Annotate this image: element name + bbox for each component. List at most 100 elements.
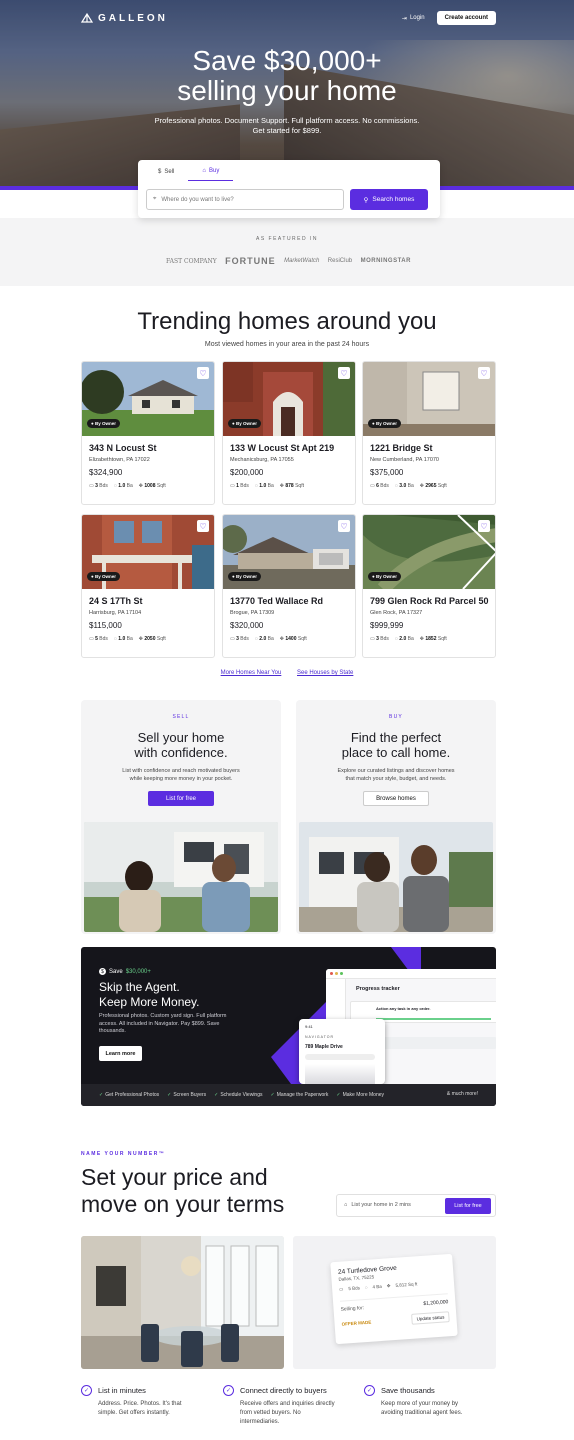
browse-homes-button[interactable]: Browse homes — [363, 791, 429, 806]
listing-address: 13770 Ted Wallace Rd — [230, 596, 324, 606]
press-logo: MarketWatch — [284, 258, 320, 264]
trending-title: Trending homes around you — [137, 308, 437, 335]
buy-description: Explore our curated listings and discove… — [337, 768, 455, 782]
sell-title: Sell your home with confidence. — [134, 730, 228, 760]
house-icon: ⌂ — [344, 1202, 348, 1208]
listing-city: Glen Rock, PA 17327 — [370, 610, 423, 616]
learn-more-button[interactable]: Learn more — [99, 1046, 142, 1061]
press-logo: FORTUNE — [225, 256, 276, 266]
listing-card[interactable]: ♡ ● By Owner 24 S 17Th St Harrisburg, PA 17… — [81, 514, 215, 658]
listing-card[interactable]: ♡ ● By Owner 133 W Locust St Apt 219 Mechan… — [222, 361, 356, 505]
listing-address: 343 N Locust St — [89, 443, 157, 453]
feature-item: ✓ Get Professional Photos — [99, 1092, 160, 1098]
check-icon: ✓ — [270, 1092, 275, 1098]
hero-subtitle: Professional photos. Document Support. F… — [154, 116, 420, 135]
name-your-number-title: Set your price and move on your terms — [81, 1164, 285, 1217]
listing-photo: ♡ ● By Owner — [82, 515, 214, 589]
feature-save-thousands: ✓ Save thousands Keep more of your money … — [364, 1385, 499, 1418]
brand-logo[interactable]: GALLEON — [81, 12, 168, 24]
listing-links: More Homes Near You See Houses by State — [0, 670, 574, 676]
listing-card[interactable]: ♡ ● By Owner 13770 Ted Wallace Rd Brogue, P… — [222, 514, 356, 658]
listing-address: 133 W Locust St Apt 219 — [230, 443, 335, 453]
more-homes-link[interactable]: More Homes Near You — [221, 670, 282, 676]
bath-icon: ◌ — [364, 1284, 368, 1290]
area-icon: ✥ — [279, 636, 284, 642]
listing-meta: ▭ 5 Bds ◌ 1.0 Ba ✥ 2050 Sqft — [89, 636, 166, 642]
listing-price: $375,000 — [370, 468, 404, 477]
by-owner-badge: ● By Owner — [368, 572, 401, 581]
bed-icon: ▭ — [370, 636, 375, 642]
by-owner-badge: ● By Owner — [368, 419, 401, 428]
listing-price: $999,999 — [370, 621, 404, 630]
bath-icon: ◌ — [394, 483, 398, 489]
heart-icon[interactable]: ♡ — [197, 367, 209, 379]
bed-icon: ▭ — [370, 483, 375, 489]
listing-meta: ▭ 6 Bds ◌ 3.0 Ba ✥ 2965 Sqft — [370, 483, 447, 489]
heart-icon[interactable]: ♡ — [338, 367, 350, 379]
listing-price: $115,000 — [89, 621, 122, 630]
navigator-title: Skip the Agent. Keep More Money. — [99, 980, 200, 1009]
houses-by-state-link[interactable]: See Houses by State — [297, 670, 353, 676]
check-circle-icon: ✓ — [223, 1385, 234, 1396]
heart-icon[interactable]: ♡ — [478, 520, 490, 532]
check-circle-icon: ✓ — [81, 1385, 92, 1396]
offer-made-badge: OFFER MADE — [341, 1319, 372, 1327]
create-account-button[interactable]: Create account — [436, 11, 496, 25]
listing-photo: ♡ ● By Owner — [363, 515, 495, 594]
bath-icon: ◌ — [394, 636, 398, 642]
bath-icon: ◌ — [254, 636, 258, 642]
list-home-input[interactable]: ⌂ List your home in 2 mins — [344, 1202, 411, 1208]
listing-price: $200,000 — [230, 468, 264, 477]
save-amount: $ Save $30,000+ — [99, 968, 151, 975]
listing-city: Brogue, PA 17309 — [230, 610, 275, 616]
area-icon: ✥ — [279, 483, 284, 489]
press-logo: MORNINGSTAR — [360, 258, 411, 264]
location-search-input[interactable]: ⌖ Where do you want to live? — [146, 189, 344, 210]
bed-icon: ▭ — [230, 483, 235, 489]
login-icon: ⇥ — [401, 15, 407, 22]
check-icon: ✓ — [214, 1092, 219, 1098]
listing-card[interactable]: ♡ ● By Owner 343 N Locust St Elizabethtown,… — [81, 361, 215, 505]
tab-sell[interactable]: $ Sell — [144, 166, 188, 181]
update-status-button: Update status — [411, 1311, 450, 1325]
couple-house-photo — [299, 822, 493, 932]
heart-icon[interactable]: ♡ — [197, 520, 209, 532]
bed-icon: ▭ — [89, 636, 94, 642]
listing-meta: ▭ 3 Bds ◌ 1.0 Ba ✥ 1008 Sqft — [89, 483, 166, 489]
list-for-free-button-2[interactable]: List for free — [445, 1198, 491, 1214]
listing-address: 1221 Bridge St — [370, 443, 433, 453]
listing-mock-card: 24 Turtledove Grove Dallas, TX, 75225 ▭ 5… — [330, 1253, 458, 1345]
tab-buy[interactable]: ⌂ Buy — [188, 166, 234, 181]
search-homes-button[interactable]: ⚲ Search homes — [350, 189, 428, 210]
listing-city: New Cumberland, PA 17070 — [370, 457, 439, 463]
by-owner-badge: ● By Owner — [87, 419, 120, 428]
navigator-phone-screenshot: 9:41 NAVIGATOR 789 Maple Drive — [299, 1019, 385, 1084]
map-pin-icon: ⌖ — [153, 196, 157, 202]
check-icon: ✓ — [167, 1092, 172, 1098]
house-search-icon: ⌂ — [202, 168, 206, 174]
feature-list-in-minutes: ✓ List in minutes Address. Price. Photos.… — [81, 1385, 216, 1418]
interior-photo — [81, 1236, 284, 1369]
trending-subtitle: Most viewed homes in your area in the pa… — [204, 341, 370, 348]
check-icon: ✓ — [99, 1092, 104, 1098]
couple-keys-photo — [84, 822, 278, 932]
login-link[interactable]: ⇥ Login — [402, 15, 425, 22]
by-owner-badge: ● By Owner — [228, 572, 261, 581]
heart-icon[interactable]: ♡ — [478, 367, 490, 379]
sell-description: List with confidence and reach motivated… — [122, 768, 240, 782]
featured-in-label: AS FEATURED IN — [255, 236, 319, 242]
sell-panel: SELL Sell your home with confidence. Lis… — [81, 700, 281, 934]
navigator-banner: Progress tracker Action any task in any … — [81, 947, 496, 1106]
area-icon: ✥ — [138, 636, 143, 642]
listing-meta: ▭ 3 Bds ◌ 2.0 Ba ✥ 1400 Sqft — [230, 636, 307, 642]
area-icon: ✥ — [419, 636, 424, 642]
heart-icon[interactable]: ♡ — [338, 520, 350, 532]
listing-card[interactable]: ♡ ● By Owner 1221 Bridge St New Cumberland,… — [362, 361, 496, 505]
feature-item: ✓ Schedule Viewings — [214, 1092, 263, 1098]
list-for-free-button[interactable]: List for free — [148, 791, 214, 806]
much-more-label: & much more! — [446, 1091, 478, 1097]
bed-icon: ▭ — [89, 483, 94, 489]
listing-card[interactable]: ♡ ● By Owner 799 Glen Rock Rd Parcel 50 Gle… — [362, 514, 496, 658]
bed-icon: ▭ — [339, 1286, 344, 1292]
feature-item: ✓ Screen Buyers — [167, 1092, 207, 1098]
